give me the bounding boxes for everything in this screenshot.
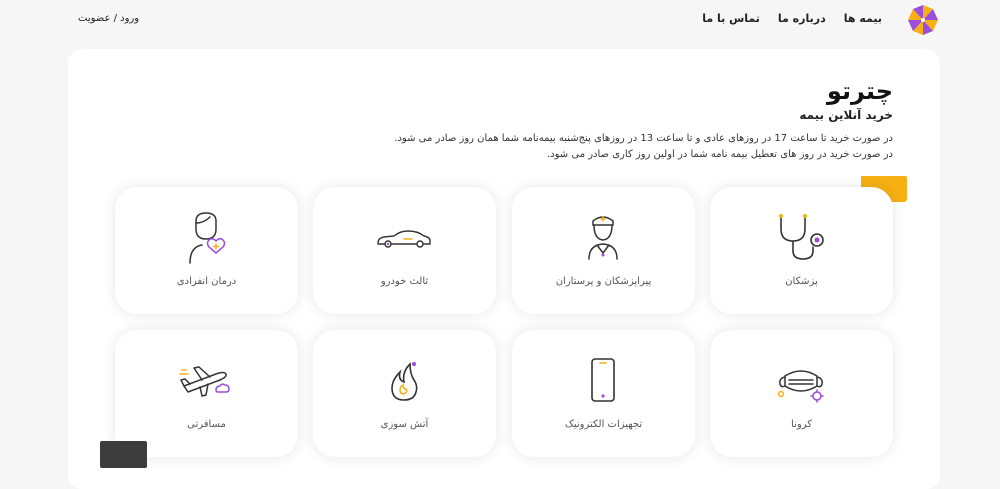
insurance-tile-third-party-car[interactable]: ثالث خودرو	[313, 187, 496, 314]
nav-link-about-us[interactable]: درباره ما	[778, 12, 826, 25]
insurance-tile-travel[interactable]: مسافرتی	[115, 330, 298, 457]
tile-label-paramedics-nurses: پیراپزشکان و پرستاران	[555, 276, 652, 287]
insurance-tile-doctors[interactable]: پزشکان	[710, 187, 893, 314]
nav-link-contact-us[interactable]: تماس با ما	[702, 12, 760, 25]
tile-label-individual-health: درمان انفرادی	[176, 276, 237, 287]
car-icon	[377, 230, 431, 248]
tile-label-fire: آتش سوزی	[380, 419, 429, 430]
person-heart-icon	[189, 212, 226, 264]
brand-title: چترتو	[826, 77, 893, 105]
hero-section: چترتو خرید آنلاین بیمه در صورت خرید تا س…	[394, 78, 893, 163]
hero-subtitle: خرید آنلاین بیمه	[799, 108, 893, 122]
tile-label-third-party-car: ثالث خودرو	[380, 276, 429, 287]
main-menu: بیمه ها درباره ما تماس با ما	[702, 12, 882, 25]
issuance-note-weekday: در صورت خرید تا ساعت 17 در روزهای عادی و…	[394, 133, 893, 144]
top-navbar: بیمه ها درباره ما تماس با ما ورود / عضوی…	[0, 0, 1000, 40]
tile-label-electronic-devices: تجهیزات الکترونیک	[564, 419, 643, 430]
nav-link-insurances[interactable]: بیمه ها	[844, 12, 882, 25]
phone-icon	[591, 358, 615, 402]
tile-label-corona: کرونا	[791, 419, 812, 430]
insurance-tile-fire[interactable]: آتش سوزی	[313, 330, 496, 457]
tile-label-travel: مسافرتی	[187, 419, 226, 430]
flame-icon	[391, 362, 418, 401]
issuance-note-holiday: در صورت خرید در روز های تعطیل بیمه نامه …	[547, 149, 893, 160]
insurance-tile-corona[interactable]: کرونا	[710, 330, 893, 457]
insurance-tile-electronic-devices[interactable]: تجهیزات الکترونیک	[512, 330, 695, 457]
mask-virus-icon	[777, 370, 824, 403]
tile-label-doctors: پزشکان	[785, 276, 818, 287]
insurance-tile-individual-health[interactable]: درمان انفرادی	[115, 187, 298, 314]
umbrella-logo-icon[interactable]	[906, 3, 940, 37]
login-register-link[interactable]: ورود / عضویت	[78, 13, 139, 24]
airplane-icon	[179, 366, 230, 397]
nurse-icon	[588, 216, 618, 260]
stethoscope-icon	[779, 214, 824, 260]
insurance-tile-paramedics-nurses[interactable]: پیراپزشکان و پرستاران	[512, 187, 695, 314]
decorative-dark-block	[100, 441, 147, 468]
